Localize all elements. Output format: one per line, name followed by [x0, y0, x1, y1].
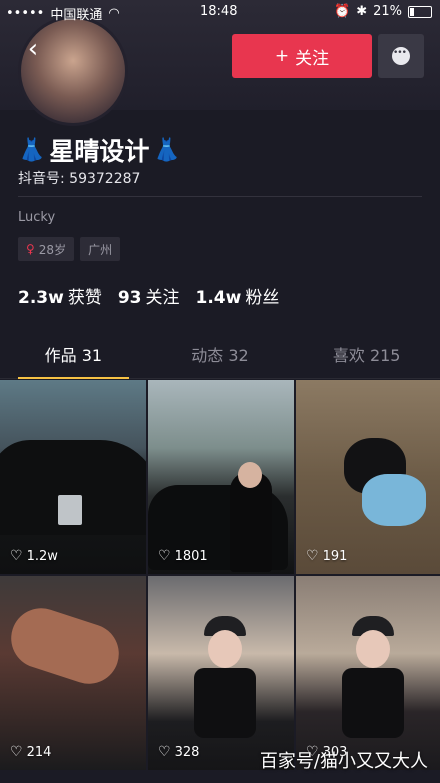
plus-icon: + — [274, 46, 290, 66]
battery-icon — [408, 5, 432, 18]
dress-icon: 👗 — [153, 137, 181, 163]
stat-followers[interactable]: 1.4w 粉丝 — [196, 283, 280, 308]
heart-icon: ♡ — [158, 548, 171, 564]
female-icon: ♀ — [26, 242, 35, 256]
stat-following[interactable]: 93 关注 — [118, 283, 180, 308]
face-shape — [356, 630, 390, 668]
douyin-id: 抖音号: 59372287 — [18, 171, 141, 187]
video-likes: ♡ 214 — [10, 744, 51, 760]
age-tag: ♀ 28岁 — [18, 237, 75, 261]
signal-icon: ••••• — [6, 6, 45, 21]
heart-icon: ♡ — [10, 744, 23, 760]
avatar[interactable] — [18, 16, 128, 126]
bluetooth-icon: ✱ — [356, 4, 368, 19]
face-shape — [208, 630, 242, 668]
carrier-label: 中国联通 — [50, 8, 103, 23]
age-text: 28岁 — [38, 242, 67, 257]
person-head-shape — [238, 462, 262, 488]
stat-following-value: 93 — [117, 288, 142, 308]
bio: Lucky — [18, 210, 56, 225]
battery-percent: 21% — [373, 4, 402, 19]
clock: 18:48 — [200, 4, 238, 19]
stat-following-label: 关注 — [145, 288, 180, 308]
profile-tags: ♀ 28岁 广州 — [18, 237, 121, 261]
profile-stats: 2.3w 获赞 93 关注 1.4w 粉丝 — [18, 283, 279, 308]
tank-top-shape — [342, 668, 404, 738]
video-thumbnail[interactable]: ♡ 1.2w — [0, 380, 146, 574]
arm-shape — [3, 600, 127, 692]
video-likes: ♡ 1801 — [158, 548, 208, 564]
video-likes-count: 328 — [174, 744, 200, 760]
dog-coat-shape — [362, 474, 426, 526]
video-likes-count: 191 — [322, 548, 348, 564]
content-tabs: 作品 31 动态 32 喜欢 215 — [0, 330, 440, 379]
video-grid: ♡ 1.2w ♡ 1801 ♡ 191 ♡ 214 ♡ 328 ♡ 303 — [0, 380, 440, 783]
video-likes-count: 214 — [26, 744, 52, 760]
status-bar: ••••• 中国联通 ◠ 18:48 ⏰ ✱ 21% — [0, 0, 440, 26]
tab-works[interactable]: 作品 31 — [0, 330, 147, 379]
heart-icon: ♡ — [306, 548, 319, 564]
location-tag: 广州 — [80, 237, 121, 261]
video-thumbnail[interactable]: ♡ 303 — [296, 576, 440, 770]
dress-icon: 👗 — [18, 137, 46, 163]
video-likes-count: 1801 — [174, 548, 208, 564]
stat-likes-value: 2.3w — [18, 288, 64, 308]
tab-likes-label: 喜欢 215 — [332, 346, 401, 365]
watermark: 百家号/猫小又又大人 — [259, 751, 428, 772]
video-likes: ♡ 328 — [158, 744, 199, 760]
tab-posts-label: 动态 32 — [191, 346, 249, 365]
car-grille-shape — [58, 495, 82, 525]
follow-button[interactable]: + 关注 — [232, 34, 372, 78]
video-thumbnail[interactable]: ♡ 1801 — [148, 380, 294, 574]
stat-followers-value: 1.4w — [195, 288, 242, 308]
heart-icon: ♡ — [10, 548, 23, 564]
tab-posts[interactable]: 动态 32 — [147, 330, 294, 378]
more-button[interactable] — [378, 34, 424, 78]
location-text: 广州 — [88, 242, 113, 257]
back-button[interactable]: ‹ — [18, 34, 48, 64]
video-likes: ♡ 1.2w — [10, 548, 58, 564]
tab-works-label: 作品 31 — [44, 346, 103, 365]
video-thumbnail[interactable]: ♡ 328 — [148, 576, 294, 770]
stat-followers-label: 粉丝 — [245, 288, 280, 308]
stat-likes[interactable]: 2.3w 获赞 — [18, 283, 102, 308]
profile-name-text: 星晴设计 — [49, 137, 150, 166]
profile-name: 👗 星晴设计 👗 — [18, 132, 181, 168]
stat-likes-label: 获赞 — [67, 288, 102, 308]
wifi-icon: ◠ — [108, 6, 120, 21]
tank-top-shape — [194, 668, 256, 738]
tab-likes[interactable]: 喜欢 215 — [293, 330, 440, 378]
follow-label: 关注 — [295, 48, 330, 69]
chevron-left-icon: ‹ — [27, 34, 39, 64]
heart-icon: ♡ — [158, 744, 171, 760]
video-thumbnail[interactable]: ♡ 191 — [296, 380, 440, 574]
divider — [18, 196, 422, 197]
alarm-icon: ⏰ — [334, 4, 351, 19]
video-likes: ♡ 191 — [306, 548, 347, 564]
video-likes-count: 1.2w — [26, 548, 58, 564]
video-thumbnail[interactable]: ♡ 214 — [0, 576, 146, 770]
more-icon — [392, 47, 410, 65]
